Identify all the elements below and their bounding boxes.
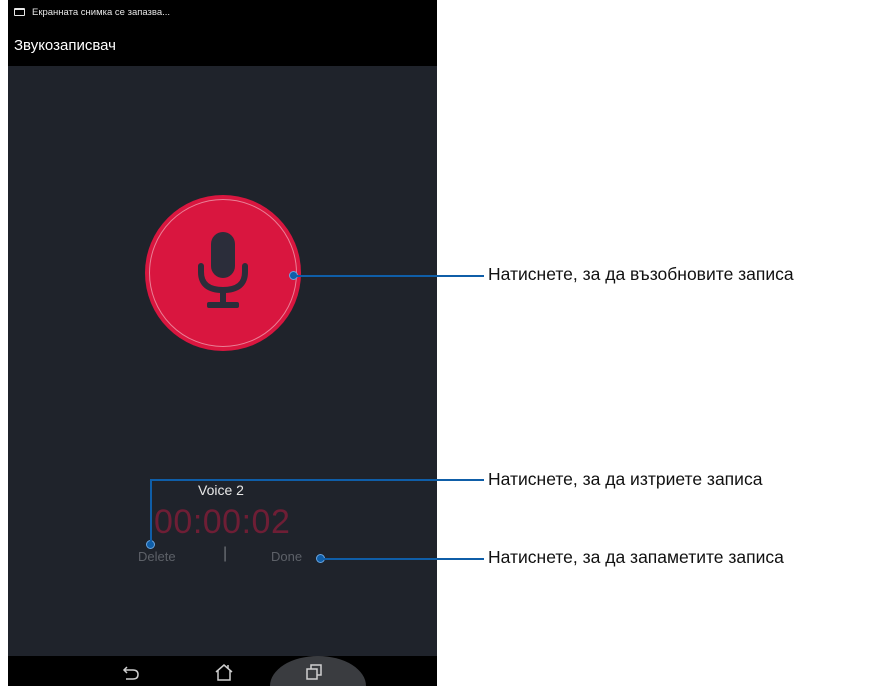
callout-delete-text: Натиснете, за да изтриете записа	[488, 469, 763, 489]
record-resume-button[interactable]	[145, 195, 301, 351]
callout-resume-text: Натиснете, за да възобновите записа	[488, 264, 794, 284]
status-bar: Екранната снимка се запазва...	[8, 0, 437, 24]
phone-screen: Екранната снимка се запазва... Звукозапи…	[8, 0, 437, 686]
notification-text: Екранната снимка се запазва...	[32, 6, 171, 18]
callout-vline-delete	[150, 479, 152, 543]
app-bar: Звукозаписвач	[8, 24, 437, 66]
delete-button[interactable]: Delete	[138, 549, 176, 564]
recent-apps-icon[interactable]	[305, 663, 323, 681]
app-title: Звукозаписвач	[14, 36, 116, 54]
back-icon[interactable]	[122, 663, 140, 681]
home-icon[interactable]	[214, 663, 234, 681]
done-button[interactable]: Done	[271, 549, 302, 564]
microphone-icon	[198, 232, 248, 308]
recording-name: Voice 2	[198, 482, 244, 498]
callout-line-delete	[150, 479, 484, 481]
recording-timer: 00:00:02	[154, 503, 291, 541]
callout-line-save	[323, 558, 484, 560]
screenshot-notification-icon	[14, 8, 25, 16]
callout-line-resume	[296, 275, 484, 277]
button-separator: |	[223, 545, 228, 562]
callout-save-text: Натиснете, за да запаметите записа	[488, 547, 784, 567]
